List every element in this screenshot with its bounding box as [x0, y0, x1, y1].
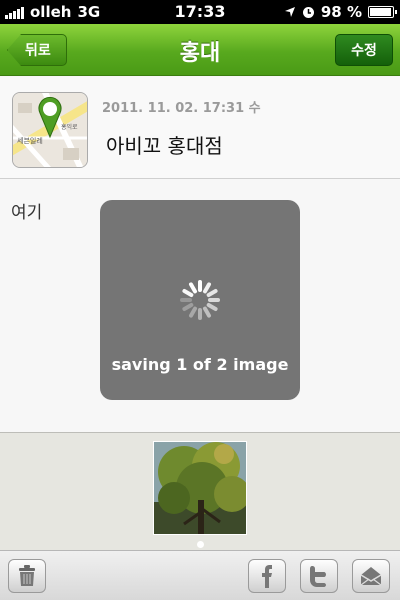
location-arrow-icon	[284, 7, 295, 17]
mail-icon	[360, 567, 382, 586]
edit-button[interactable]: 수정	[335, 34, 393, 66]
mail-share-button[interactable]	[352, 559, 390, 593]
tree-photo	[154, 442, 246, 534]
page-indicator-dot	[197, 541, 204, 548]
navigation-bar: 뒤로 홍대 수정	[0, 24, 400, 76]
map-label-store: 세븐일레	[17, 136, 43, 145]
entry-header: 세븐일레 홍익로 2011. 11. 02. 17:31 수 아비꼬 홍대점	[0, 77, 400, 179]
bottom-toolbar	[0, 550, 400, 600]
loading-spinner-icon	[180, 280, 220, 320]
facebook-icon	[262, 565, 272, 588]
photo-strip[interactable]	[0, 432, 400, 550]
saving-status-text: saving 1 of 2 image	[111, 355, 289, 374]
trash-icon	[19, 565, 35, 586]
here-label: 여기	[11, 203, 43, 223]
place-name: 아비꼬 홍대점	[106, 134, 223, 158]
twitter-share-button[interactable]	[300, 559, 338, 593]
twitter-icon	[310, 566, 326, 587]
entry-timestamp: 2011. 11. 02. 17:31 수	[102, 101, 261, 116]
map-image: 세븐일레 홍익로	[13, 93, 87, 167]
status-right: 98 %	[284, 3, 397, 21]
delete-button[interactable]	[8, 559, 46, 593]
battery-icon	[368, 6, 397, 18]
status-bar: olleh 3G 17:33 98 %	[0, 0, 400, 24]
map-label-street: 홍익로	[61, 123, 78, 131]
photo-thumbnail[interactable]	[153, 441, 247, 535]
alarm-clock-icon	[302, 6, 314, 18]
map-thumbnail[interactable]: 세븐일레 홍익로	[12, 92, 88, 168]
battery-percent: 98 %	[320, 3, 362, 21]
facebook-share-button[interactable]	[248, 559, 286, 593]
saving-progress-overlay: saving 1 of 2 image	[100, 200, 300, 400]
